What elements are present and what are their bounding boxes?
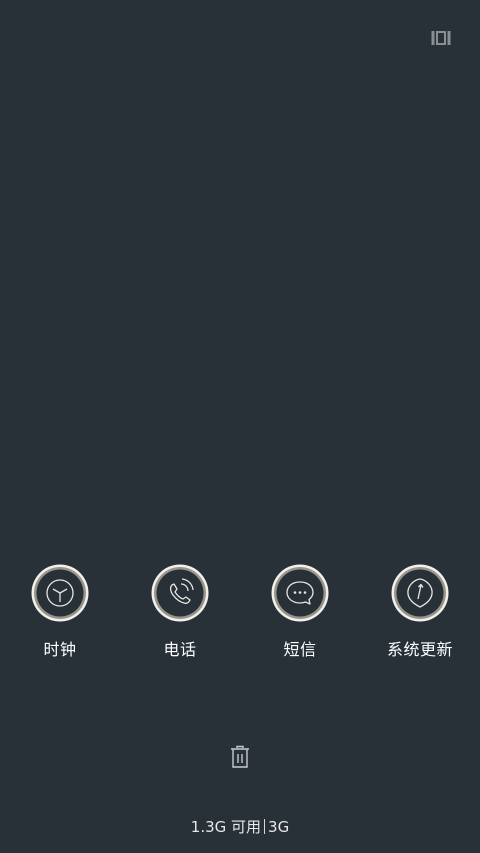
recent-app-system-update[interactable]: 系统更新 bbox=[360, 563, 480, 663]
recent-app-label: 系统更新 bbox=[386, 640, 453, 659]
trash-icon[interactable] bbox=[229, 745, 251, 769]
recent-app-label: 短信 bbox=[283, 640, 317, 659]
recent-app-clock[interactable]: 时钟 bbox=[0, 563, 120, 663]
clock-icon[interactable] bbox=[30, 563, 90, 623]
message-icon[interactable] bbox=[270, 563, 330, 623]
memory-status: 1.3G 可用 3G bbox=[0, 816, 480, 837]
system-update-icon[interactable] bbox=[390, 563, 450, 623]
recent-app-label: 时钟 bbox=[43, 640, 77, 659]
recent-app-phone[interactable]: 电话 bbox=[120, 563, 240, 663]
memory-available: 1.3G 可用 bbox=[190, 818, 262, 836]
recent-app-label: 电话 bbox=[163, 640, 197, 659]
phone-icon[interactable] bbox=[150, 563, 210, 623]
multi-window-icon[interactable] bbox=[431, 30, 451, 46]
recent-app-messages[interactable]: 短信 bbox=[240, 563, 360, 663]
memory-total: 3G bbox=[268, 818, 290, 836]
recent-apps-row: 时钟 电话 短信 系统更新 bbox=[0, 563, 480, 663]
memory-divider bbox=[264, 819, 266, 834]
